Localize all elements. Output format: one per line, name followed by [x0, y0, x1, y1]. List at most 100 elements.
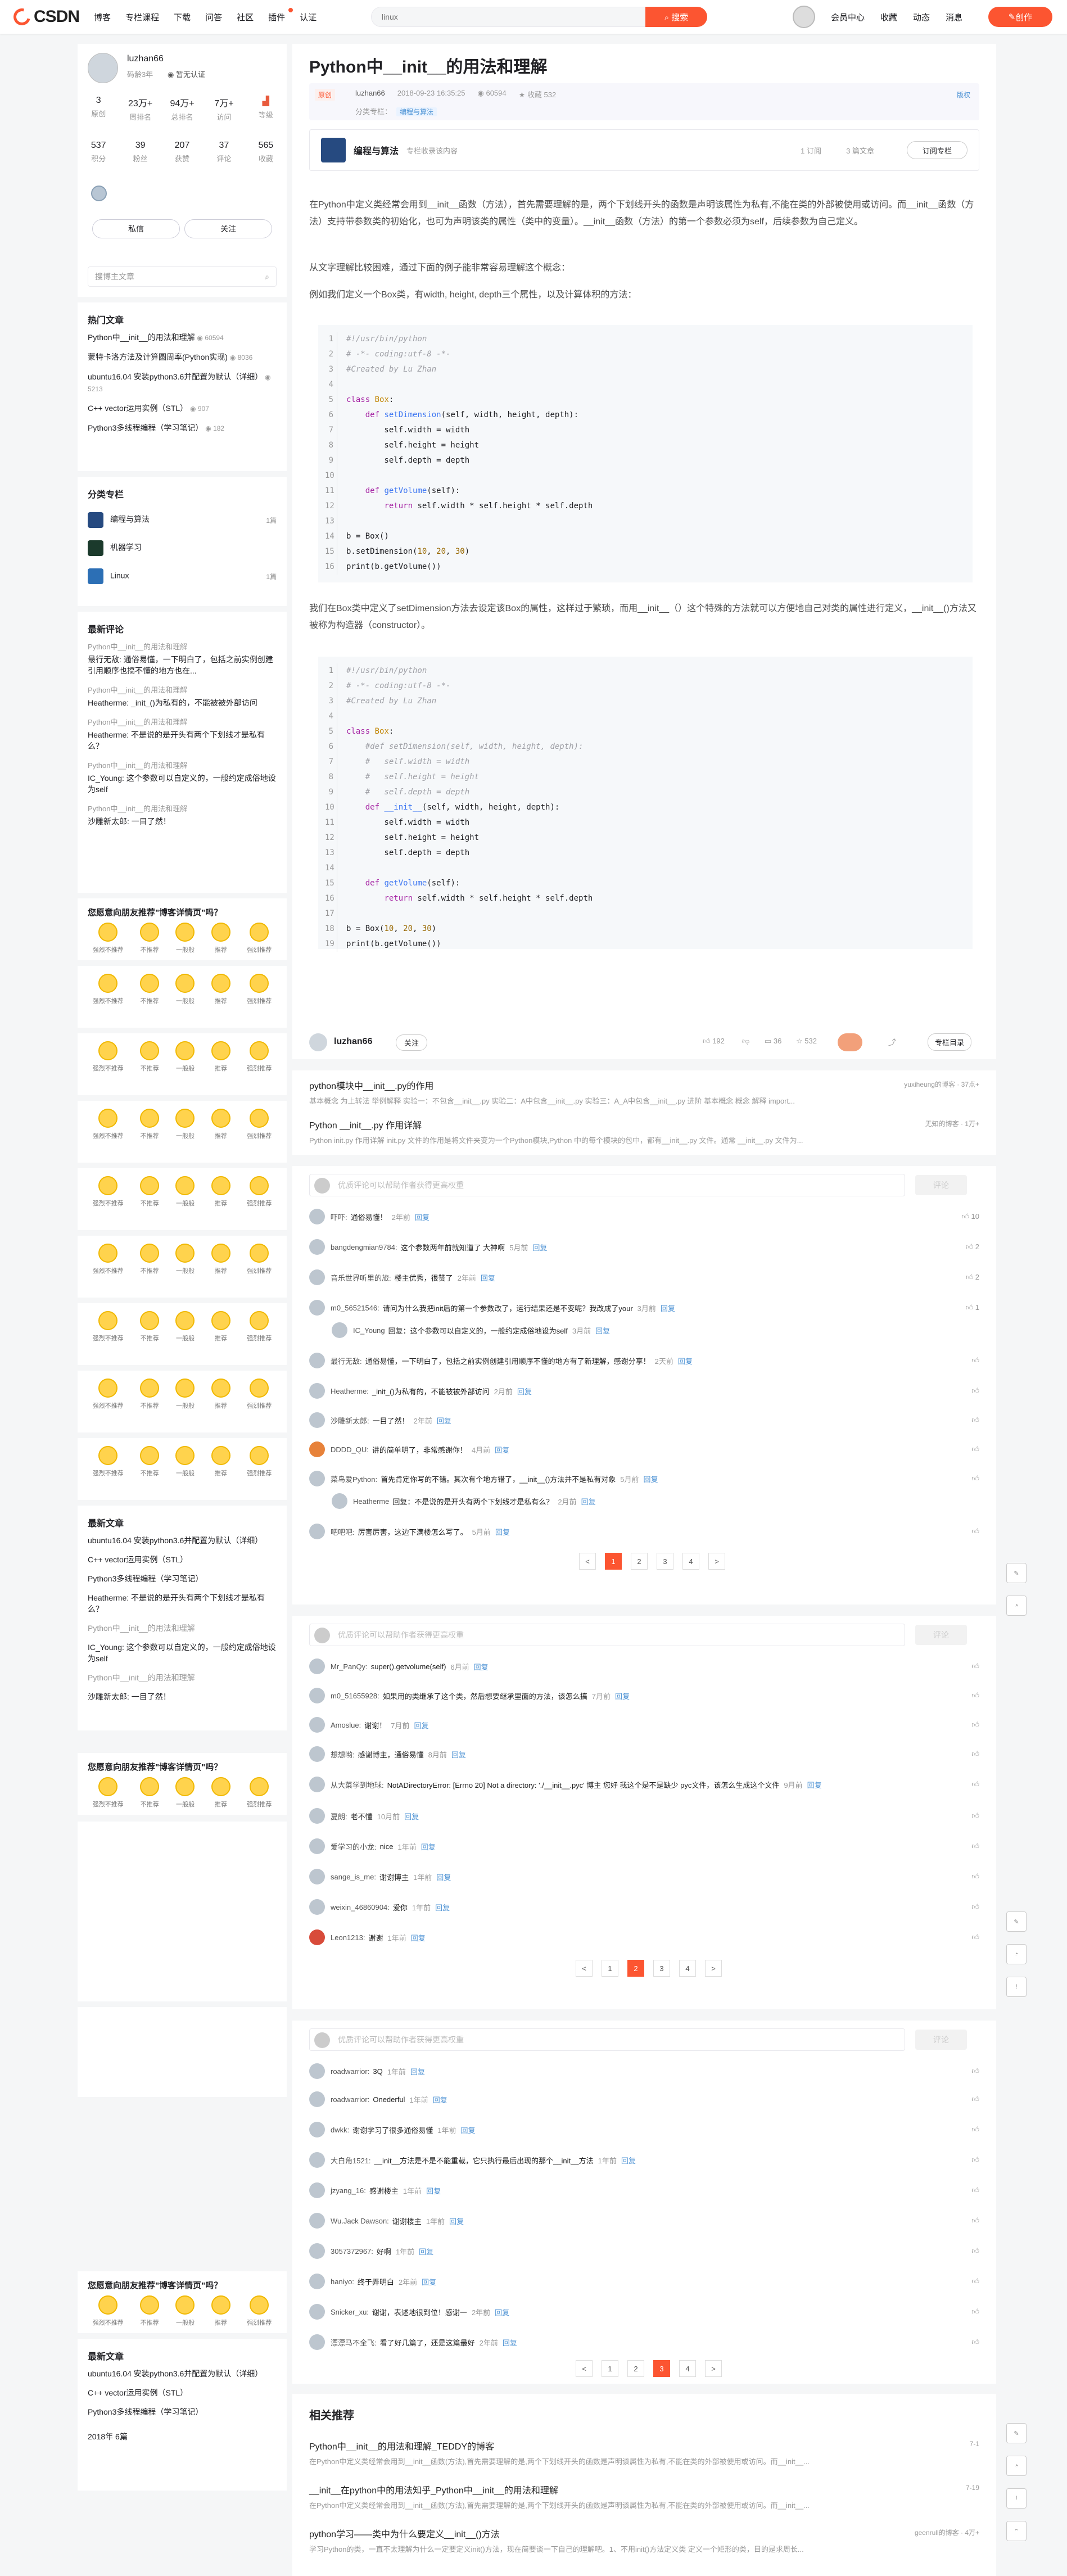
latest-comment-item[interactable]: IC_Young: 这个参数可以自定义的，一般约定成俗地设为self — [88, 1642, 277, 1664]
comment-like[interactable]: 👍︎ — [971, 1691, 979, 1700]
hot-article-item[interactable]: C++ vector运用实例（STL） ◉ 907 — [88, 403, 277, 414]
like-button[interactable]: 👍︎ 192 — [703, 1037, 725, 1046]
reply-link[interactable]: 回复 — [517, 1386, 532, 1397]
recent-comment[interactable]: Python中__init__的用法和理解 Heatherme: 不是说的是开头有… — [88, 716, 277, 752]
comment-like[interactable]: 👍︎ 2 — [966, 1242, 979, 1251]
vote-good[interactable]: 推荐 — [211, 1379, 230, 1410]
comment-input[interactable]: 优质评论可以帮助作者获得更高权重 — [309, 1174, 905, 1196]
comment-like[interactable]: 👍︎ — [971, 1445, 979, 1454]
vote-bad[interactable]: 不推荐 — [140, 1041, 160, 1073]
reply-link[interactable]: 回复 — [410, 2066, 425, 2077]
vote-very-bad[interactable]: 强烈不推荐 — [93, 1777, 124, 1809]
medal-icon[interactable] — [91, 186, 107, 201]
create-button[interactable]: ✎ 创作 — [988, 7, 1052, 27]
pager-page[interactable]: 4 — [682, 1553, 699, 1570]
comment-like[interactable]: 👍︎ — [971, 2247, 979, 2256]
vote-very-good[interactable]: 强烈推荐 — [247, 1777, 272, 1809]
nav-link-community[interactable]: 社区 — [237, 11, 254, 23]
reply-link[interactable]: 回复 — [661, 1303, 675, 1313]
pager-page[interactable]: 3 — [653, 2360, 670, 2377]
vote-good[interactable]: 推荐 — [211, 1041, 230, 1073]
csdn-logo[interactable]: CSDN — [10, 5, 80, 29]
pager-prev[interactable]: < — [576, 1960, 593, 1977]
latest-article-item[interactable]: Python3多线程编程（学习笔记） — [88, 1573, 277, 1584]
pager-page[interactable]: 4 — [679, 1960, 696, 1977]
nav-link-qa[interactable]: 问答 — [205, 11, 222, 23]
profile-name[interactable]: luzhan66 — [127, 54, 164, 64]
vote-neutral[interactable]: 一般般 — [175, 1176, 195, 1208]
reply-link[interactable]: 回复 — [581, 1496, 596, 1507]
reply-link[interactable]: 回复 — [532, 1242, 547, 1253]
reply-link[interactable]: 回复 — [503, 2337, 517, 2348]
vote-very-bad[interactable]: 强烈不推荐 — [93, 923, 124, 954]
pager-page[interactable]: 4 — [679, 2360, 696, 2377]
reply-link[interactable]: 回复 — [481, 1272, 495, 1283]
report-icon[interactable]: ! — [1006, 2488, 1027, 2509]
reply-link[interactable]: 回复 — [436, 1872, 451, 1882]
blog-search-input[interactable]: 搜博主文章 ⌕ — [88, 266, 277, 287]
comment-like[interactable]: 👍︎ — [971, 2095, 979, 2104]
category-tag[interactable]: 编程与算法 — [396, 107, 437, 116]
reply-link[interactable]: 回复 — [615, 1691, 630, 1701]
reply-link[interactable]: 回复 — [426, 2185, 441, 2196]
vote-bad[interactable]: 不推荐 — [140, 923, 160, 954]
recommend-item[interactable]: Python __init__.py 作用详解 无知的博客 · 1万+ Python… — [309, 1118, 979, 1145]
comment-like[interactable]: 👍︎ — [971, 2277, 979, 2286]
reply-link[interactable]: 回复 — [678, 1355, 693, 1366]
share-icon[interactable]: ⤴ — [888, 1037, 896, 1048]
comment-input[interactable]: 优质评论可以帮助作者获得更高权重 — [309, 1624, 905, 1646]
latest-article-item[interactable]: C++ vector运用实例（STL） — [88, 2387, 277, 2398]
vote-very-bad[interactable]: 强烈不推荐 — [93, 1379, 124, 1410]
vote-good[interactable]: 推荐 — [211, 2295, 230, 2327]
comment-like[interactable]: 👍︎ — [971, 2338, 979, 2347]
dislike-button[interactable]: 👎︎ — [742, 1037, 749, 1046]
comment-like[interactable]: 👍︎ — [971, 1872, 979, 1881]
reward-icon[interactable] — [838, 1033, 862, 1051]
comment-like[interactable]: 👍︎ — [971, 2186, 979, 2195]
vote-very-good[interactable]: 强烈推荐 — [247, 974, 272, 1005]
favorite-button[interactable]: ☆ 532 — [796, 1037, 817, 1046]
reply-link[interactable]: 回复 — [435, 1902, 450, 1913]
messages-link[interactable]: 消息 — [946, 11, 962, 23]
related-item[interactable]: __init__在python中的用法知乎_Python中__init__的用法… — [309, 2483, 979, 2510]
vote-bad[interactable]: 不推荐 — [140, 1176, 160, 1208]
profile-avatar[interactable] — [88, 53, 118, 83]
vote-very-bad[interactable]: 强烈不推荐 — [93, 1446, 124, 1477]
vote-very-bad[interactable]: 强烈不推荐 — [93, 1244, 124, 1275]
reply-link[interactable]: 回复 — [474, 1661, 489, 1672]
comment-submit-button[interactable]: 评论 — [915, 1625, 967, 1645]
vote-very-good[interactable]: 强烈推荐 — [247, 923, 272, 954]
headset-icon[interactable]: ◔ — [1006, 1596, 1027, 1616]
vote-bad[interactable]: 不推荐 — [140, 1244, 160, 1275]
vote-very-bad[interactable]: 强烈不推荐 — [93, 1176, 124, 1208]
comment-like[interactable]: 👍︎ — [971, 1416, 979, 1425]
vote-good[interactable]: 推荐 — [211, 1109, 230, 1140]
vote-very-bad[interactable]: 强烈不推荐 — [93, 1041, 124, 1073]
vote-good[interactable]: 推荐 — [211, 1311, 230, 1343]
vote-neutral[interactable]: 一般般 — [175, 1777, 195, 1809]
comment-like[interactable]: 👍︎ — [971, 1356, 979, 1365]
recent-comment[interactable]: Python中__init__的用法和理解 最行无敌: 通俗易懂，一下明白了，包括… — [88, 641, 277, 676]
vote-good[interactable]: 推荐 — [211, 974, 230, 1005]
author-follow-button[interactable]: 关注 — [396, 1034, 428, 1051]
edit-icon[interactable]: ✎ — [1006, 2423, 1027, 2443]
vote-neutral[interactable]: 一般般 — [175, 1041, 195, 1073]
vote-neutral[interactable]: 一般般 — [175, 923, 195, 954]
reply-link[interactable]: 回复 — [460, 2125, 475, 2135]
hot-article-item[interactable]: Python中__init__的用法和理解 ◉ 60594 — [88, 332, 277, 344]
vote-good[interactable]: 推荐 — [211, 923, 230, 954]
reply-link[interactable]: 回复 — [422, 2276, 436, 2287]
vote-very-bad[interactable]: 强烈不推荐 — [93, 1109, 124, 1140]
follow-button[interactable]: 关注 — [184, 219, 272, 238]
comment-like[interactable]: 👍︎ — [971, 2307, 979, 2316]
latest-article-item[interactable]: ubuntu16.04 安装python3.6并配置为默认（详细） — [88, 2368, 277, 2379]
comment-like[interactable]: 👍︎ 1 — [966, 1303, 979, 1312]
reply-link[interactable]: 回复 — [433, 2094, 447, 2105]
pager-prev[interactable]: < — [579, 1553, 596, 1570]
column-catalog-button[interactable]: 专栏目录 — [928, 1033, 972, 1051]
vote-good[interactable]: 推荐 — [211, 1446, 230, 1477]
vote-very-good[interactable]: 强烈推荐 — [247, 1446, 272, 1477]
stat-original[interactable]: 3 原创 — [78, 96, 119, 122]
vote-neutral[interactable]: 一般般 — [175, 1109, 195, 1140]
latest-article-item[interactable]: C++ vector运用实例（STL） — [88, 1554, 277, 1565]
